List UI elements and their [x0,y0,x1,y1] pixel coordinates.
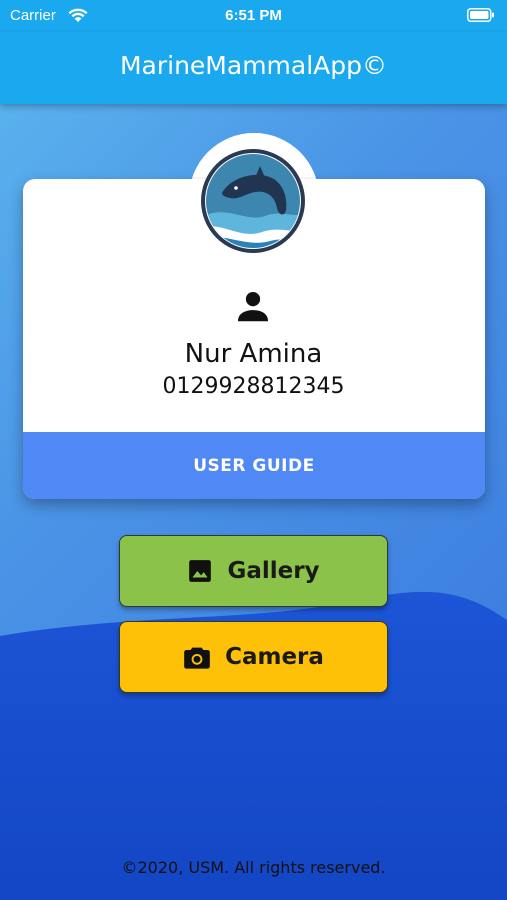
copyright-footer: ©2020, USM. All rights reserved. [121,858,386,877]
user-guide-button[interactable]: USER GUIDE [23,432,485,499]
camera-label: Camera [225,644,324,670]
dolphin-logo-icon [200,148,306,254]
user-phone: 0129928812345 [162,374,345,399]
gallery-label: Gallery [227,558,320,584]
status-bar: Carrier 6:51 PM [0,0,507,32]
image-icon [187,558,213,584]
status-time: 6:51 PM [225,7,282,24]
gallery-button[interactable]: Gallery [119,535,388,607]
person-icon [234,288,272,330]
app-title: MarineMammalApp© [119,51,388,80]
app-bar: MarineMammalApp© [0,32,507,104]
battery-icon [467,8,495,26]
user-name: Nur Amina [184,339,323,369]
camera-button[interactable]: Camera [119,621,388,693]
camera-icon [183,644,211,670]
